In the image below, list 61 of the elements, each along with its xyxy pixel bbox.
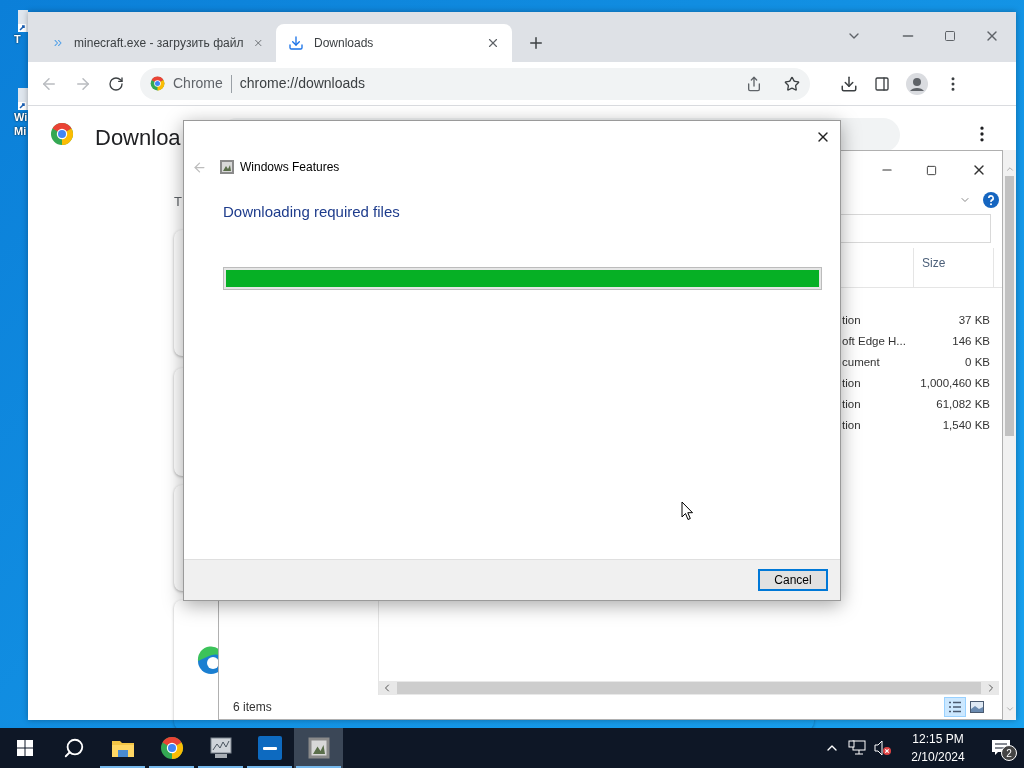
chrome-logo (50, 122, 74, 146)
profile-icon[interactable] (906, 72, 928, 95)
monitor-chart-icon (208, 737, 233, 759)
download-icon[interactable] (840, 74, 858, 93)
maximize-icon[interactable] (944, 30, 956, 42)
dialog-heading: Downloading required files (223, 202, 401, 222)
mouse-pointer-icon (681, 501, 694, 521)
download-icon (288, 35, 304, 51)
file-size-cell-text: 0 KB (964, 354, 990, 370)
file-type-cell-text: tion (842, 375, 862, 391)
dialog-title: Windows Features (240, 159, 340, 176)
details-view-icon (948, 701, 962, 713)
tab-title: minecraft.exe - загрузить файл (74, 35, 244, 52)
reload-icon[interactable] (108, 75, 124, 92)
clock-date[interactable]: 2/10/2024 (911, 748, 965, 766)
maximize-icon[interactable] (926, 164, 937, 176)
file-type-cell-text: tion (842, 312, 862, 328)
file-type-cell-text: cument (842, 354, 881, 370)
speaker-icon[interactable] (874, 740, 892, 756)
column-header[interactable]: Size (914, 248, 994, 287)
file-type-cell-text: tion (842, 417, 862, 433)
bookmark-star-icon[interactable] (784, 75, 800, 92)
file-size-cell-text: 37 KB (957, 312, 990, 328)
tab-title: Downloads (314, 35, 375, 52)
network-icon[interactable] (848, 740, 866, 756)
file-size-cell-text: 146 KB (951, 333, 990, 349)
windows-logo-icon (16, 740, 33, 756)
search-icon (62, 737, 85, 759)
address-bar[interactable]: Chrome chrome://downloads (140, 67, 810, 100)
browser-tab[interactable]: Downloads (276, 24, 512, 62)
status-text: 6 items (233, 699, 272, 716)
clock-time[interactable]: 12:15 PM (912, 730, 964, 748)
site-label: Chrome (173, 74, 223, 93)
chrome-icon (150, 76, 165, 91)
file-size-cell-text: 61,082 KB (935, 396, 990, 412)
taskbar-button[interactable] (294, 728, 343, 768)
desktop-icon-label: Mi (14, 124, 27, 138)
file-type-cell-text: oft Edge H... (842, 333, 907, 349)
new-tab-icon[interactable] (527, 34, 545, 52)
file-type-cell-text: tion (842, 396, 862, 412)
close-tab-icon[interactable] (486, 36, 500, 50)
desktop-icon-label: Wi (14, 110, 28, 124)
file-size-cell-text: 1,540 KB (941, 417, 990, 433)
share-icon[interactable] (746, 75, 762, 92)
file-size-cell-text: 1,000,460 KB (919, 375, 990, 391)
url-text: chrome://downloads (239, 74, 366, 93)
notification-badge: 2 (1001, 745, 1017, 761)
page-title: Downloa (95, 124, 181, 152)
chip-logo-icon (257, 736, 282, 760)
cancel-button[interactable]: Cancel (758, 569, 828, 591)
view-button[interactable] (944, 697, 966, 717)
side-panel-icon[interactable] (874, 75, 890, 92)
features-icon (306, 736, 331, 760)
large-icons-view-icon (970, 701, 984, 713)
features-icon (219, 159, 235, 175)
notification-center-button[interactable]: 2 (978, 728, 1024, 768)
desktop-icon-label: T (14, 32, 21, 46)
chrome-icon (159, 736, 184, 760)
help-icon[interactable] (983, 192, 999, 208)
folder-icon (111, 739, 134, 757)
date-heading: T (174, 193, 182, 211)
